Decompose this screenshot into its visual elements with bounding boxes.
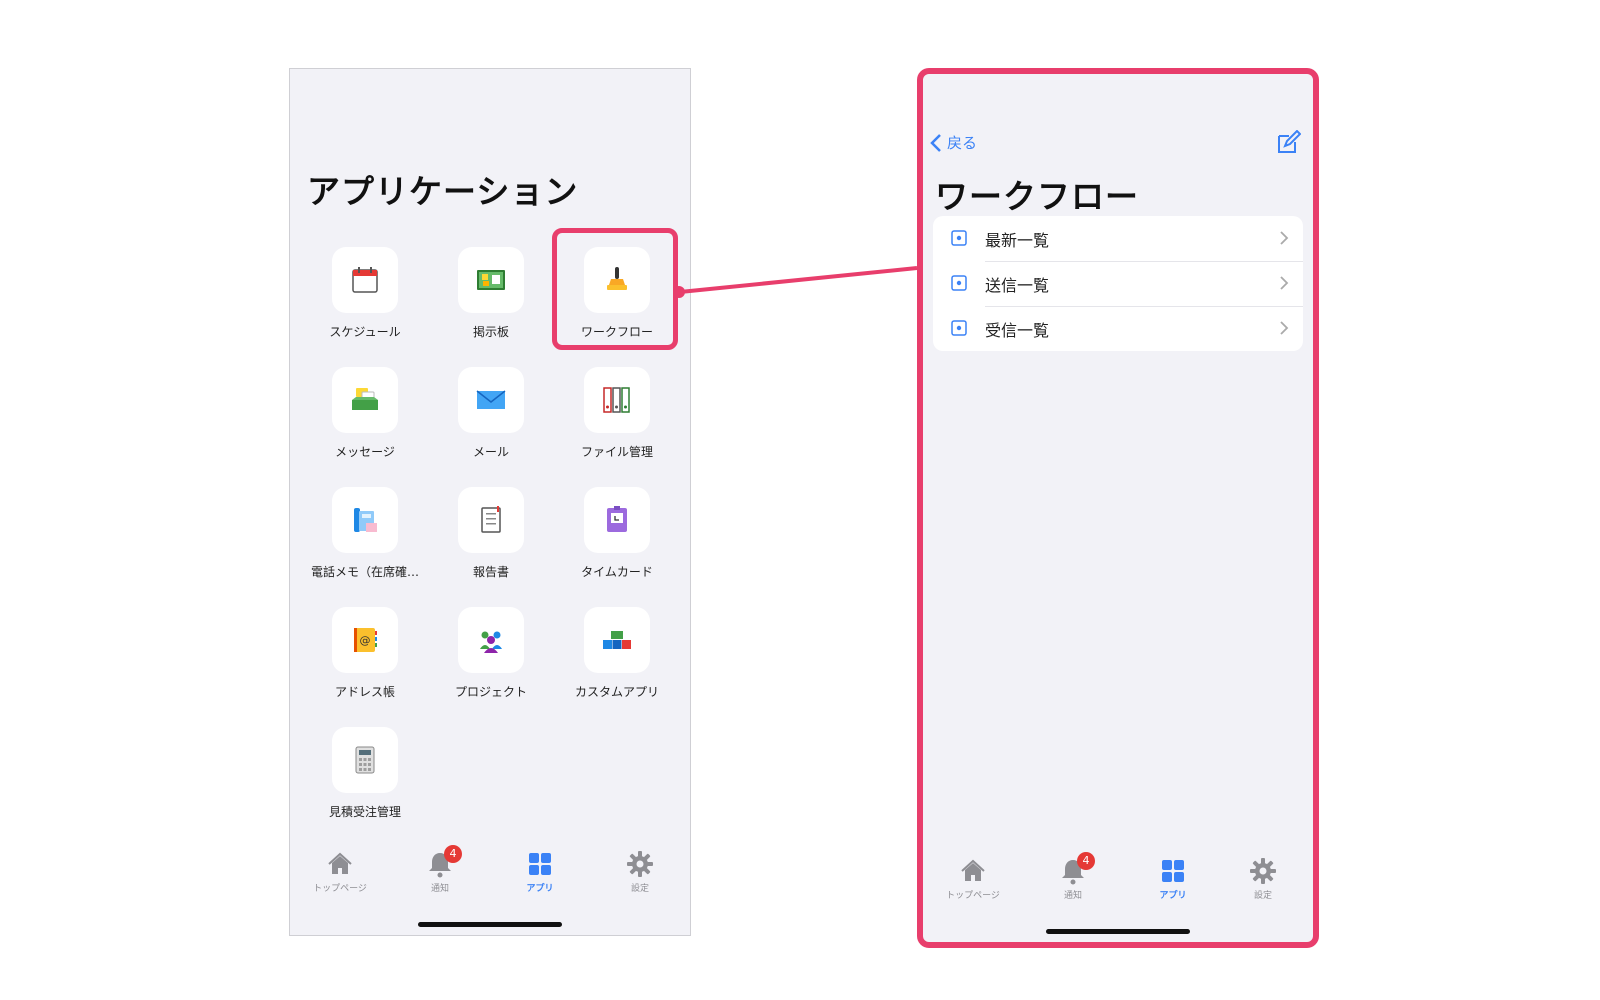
tab-label: 設定 <box>1253 891 1272 901</box>
list-item-label: 受信一覧 <box>985 320 1050 340</box>
back-button[interactable]: 戻る <box>929 132 977 153</box>
list-item-label: 送信一覧 <box>985 275 1050 295</box>
list-item-icon <box>951 275 967 291</box>
list-item-icon <box>951 320 967 336</box>
chevron-right-icon <box>1280 276 1289 290</box>
page-title: ワークフロー <box>935 177 1139 216</box>
tab-apps[interactable]: アプリ <box>1133 856 1213 901</box>
compose-icon <box>1278 129 1302 153</box>
tab-settings[interactable]: 設定 <box>1223 856 1303 901</box>
list-item[interactable]: 受信一覧 <box>933 306 1303 351</box>
list-item[interactable]: 送信一覧 <box>933 261 1303 306</box>
chevron-right-icon <box>1280 231 1289 245</box>
apps-grid-icon <box>1162 860 1184 882</box>
phone-workflow: 戻る ワークフロー 最新一覧 送信一覧 受信一覧 トップページ 4 通知 アプリ… <box>917 68 1319 948</box>
home-indicator <box>1046 929 1190 934</box>
notification-badge: 4 <box>1077 852 1095 870</box>
gear-icon <box>1250 858 1276 884</box>
chevron-right-icon <box>1280 321 1289 335</box>
comparison-stage: アプリケーション スケジュール 掲示板 ワークフロー メッセージ メール ファイ… <box>0 0 1600 1000</box>
list-item[interactable]: 最新一覧 <box>933 216 1303 261</box>
connector-line <box>673 266 918 298</box>
tab-bar: トップページ 4 通知 アプリ 設定 <box>923 846 1313 942</box>
back-label: 戻る <box>947 134 978 152</box>
tab-top-page[interactable]: トップページ <box>933 856 1013 901</box>
list-item-label: 最新一覧 <box>985 230 1050 250</box>
tab-label: アプリ <box>1159 891 1187 901</box>
list-item-icon <box>951 230 967 246</box>
tab-label: トップページ <box>946 891 1000 901</box>
tab-notifications[interactable]: 4 通知 <box>1033 852 1113 901</box>
tab-label: 通知 <box>1063 891 1082 901</box>
home-icon <box>961 859 985 881</box>
chevron-left-icon <box>930 133 941 152</box>
compose-button[interactable] <box>1275 129 1302 160</box>
workflow-list: 最新一覧 送信一覧 受信一覧 <box>933 216 1303 351</box>
